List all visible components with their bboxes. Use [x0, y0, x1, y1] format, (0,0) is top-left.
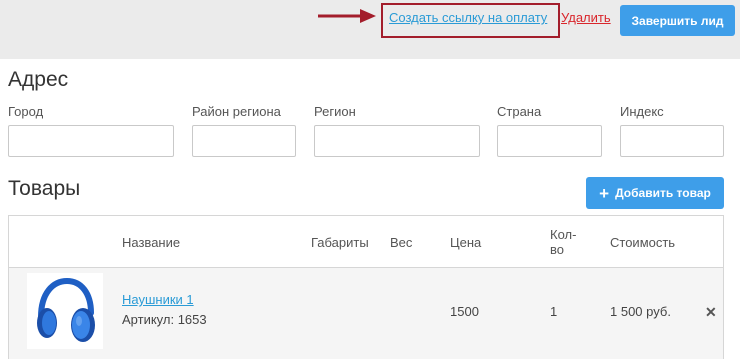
- col-name: Название: [122, 235, 181, 250]
- add-product-button[interactable]: + Добавить товар: [586, 177, 724, 209]
- district-field[interactable]: [192, 125, 296, 157]
- region-field[interactable]: [314, 125, 480, 157]
- right-arrow-icon: [318, 9, 376, 23]
- finish-lead-button[interactable]: Завершить лид: [620, 5, 735, 36]
- city-label: Город: [8, 104, 44, 119]
- table-row: Наушники 1 Артикул: 1653 1500 1 1 500 ру…: [9, 268, 723, 359]
- headphones-icon: [37, 277, 95, 342]
- create-payment-link[interactable]: Создать ссылку на оплату: [389, 10, 547, 25]
- product-cost: 1 500 руб.: [610, 304, 671, 319]
- delete-link[interactable]: Удалить: [561, 10, 611, 25]
- postcode-label: Индекс: [620, 104, 664, 119]
- goods-section-title: Товары: [8, 177, 81, 200]
- col-qty-line2: во: [550, 242, 564, 257]
- col-qty: Кол- во: [550, 227, 576, 257]
- district-label: Район региона: [192, 104, 281, 119]
- table-header: Название Габариты Вес Цена Кол- во Стоим…: [9, 216, 723, 268]
- region-label: Регион: [314, 104, 356, 119]
- country-label: Страна: [497, 104, 542, 119]
- product-image: [27, 273, 103, 349]
- product-name-link[interactable]: Наушники 1: [122, 292, 194, 307]
- col-qty-line1: Кол-: [550, 227, 577, 242]
- col-weight: Вес: [390, 235, 413, 250]
- plus-icon: +: [599, 183, 610, 203]
- close-icon[interactable]: ✕: [705, 304, 717, 321]
- product-sku: Артикул: 1653: [122, 312, 207, 327]
- goods-table: Название Габариты Вес Цена Кол- во Стоим…: [8, 215, 724, 359]
- country-field[interactable]: [497, 125, 602, 157]
- product-qty: 1: [550, 304, 558, 319]
- product-price: 1500: [450, 304, 479, 319]
- address-section-title: Адрес: [8, 68, 69, 91]
- add-product-label: Добавить товар: [615, 186, 711, 200]
- postcode-field[interactable]: [620, 125, 724, 157]
- col-price: Цена: [450, 235, 482, 250]
- col-dims: Габариты: [311, 235, 369, 250]
- col-cost: Стоимость: [610, 235, 676, 250]
- product-name-cell: Наушники 1: [122, 292, 194, 307]
- city-field[interactable]: [8, 125, 174, 157]
